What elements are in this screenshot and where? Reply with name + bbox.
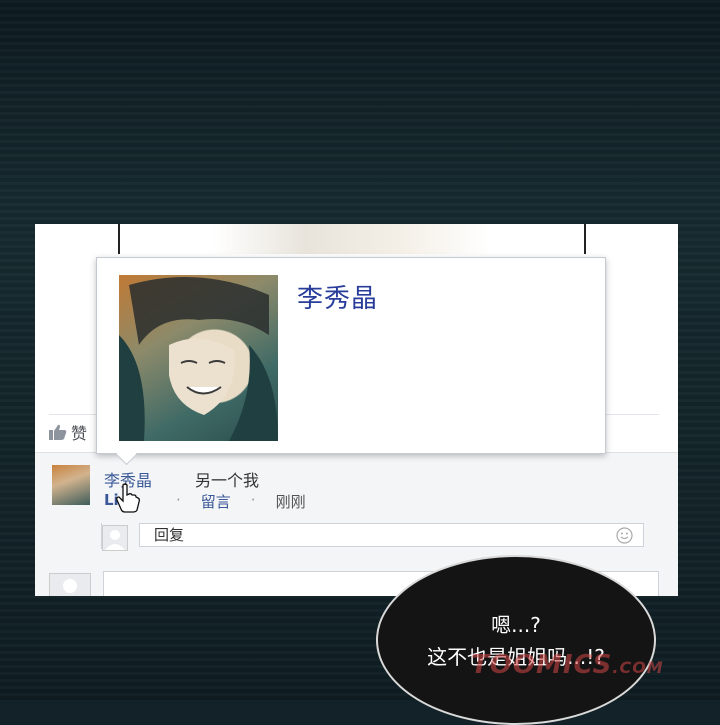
separator-dot: ·: [176, 491, 181, 509]
like-label[interactable]: 赞: [71, 420, 87, 444]
portrait-illustration: [119, 277, 278, 441]
post-image: [118, 224, 586, 254]
watermark-text: TOOMICS: [471, 650, 613, 680]
user-silhouette-icon: [63, 579, 77, 593]
comment-text: 另一个我: [195, 471, 260, 490]
profile-name[interactable]: 李秀晶: [297, 278, 378, 315]
reply-input-value: 回复: [154, 526, 185, 544]
reply-input[interactable]: 回复: [139, 523, 644, 547]
reply-row: 回复: [101, 523, 647, 551]
hand-pointer-icon: [116, 483, 140, 513]
bubble-line-1: 嗯...?: [491, 613, 541, 637]
comment-avatar[interactable]: [52, 465, 90, 505]
comment-reply-link[interactable]: 留言: [201, 491, 231, 512]
thumbs-up-icon[interactable]: [49, 424, 67, 440]
profile-photo[interactable]: [119, 275, 278, 441]
site-watermark: TOOMICS.COM: [471, 650, 664, 680]
user-silhouette-icon: [105, 530, 125, 550]
profile-hover-card: 李秀晶: [96, 257, 606, 466]
comment-timestamp: 刚刚: [275, 493, 306, 511]
commenter-avatar-placeholder: [49, 573, 91, 596]
watermark-suffix: .COM: [612, 658, 664, 677]
smiley-icon[interactable]: [616, 527, 633, 544]
separator-dot: ·: [250, 491, 256, 509]
reply-avatar-placeholder: [102, 525, 128, 551]
